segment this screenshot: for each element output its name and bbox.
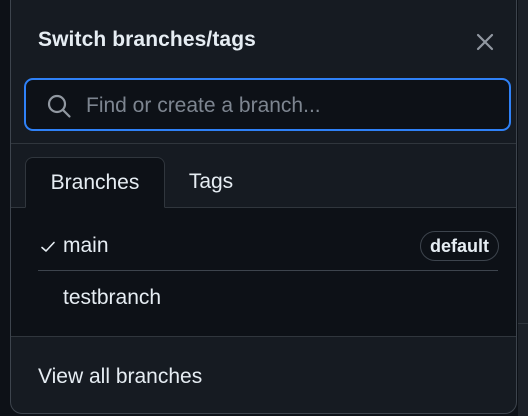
branch-search-box[interactable]	[24, 78, 511, 131]
background-divider	[518, 323, 528, 324]
footer-divider	[11, 336, 516, 337]
tab-bar: Branches Tags	[11, 144, 516, 208]
background-page	[518, 0, 528, 416]
default-badge: default	[419, 231, 499, 261]
list-item-divider	[38, 270, 498, 271]
branch-list: main default testbranch	[11, 208, 516, 336]
close-icon	[476, 33, 494, 51]
close-button[interactable]	[471, 28, 499, 56]
dialog-header: Switch branches/tags	[11, 0, 516, 72]
tab-branches[interactable]: Branches	[25, 157, 165, 208]
branch-name: main	[63, 234, 109, 257]
search-icon	[47, 94, 71, 118]
dialog-title: Switch branches/tags	[38, 28, 256, 51]
tab-tags[interactable]: Tags	[171, 157, 251, 208]
branch-name: testbranch	[63, 286, 162, 309]
check-icon	[41, 241, 55, 252]
branch-switcher-dialog: Switch branches/tags Branches Tags main …	[10, 0, 517, 414]
branch-item-testbranch[interactable]: testbranch	[38, 274, 498, 322]
branch-search-input[interactable]	[84, 89, 498, 123]
view-all-branches-link[interactable]: View all branches	[38, 365, 202, 389]
branch-item-main[interactable]: main default	[38, 222, 499, 270]
